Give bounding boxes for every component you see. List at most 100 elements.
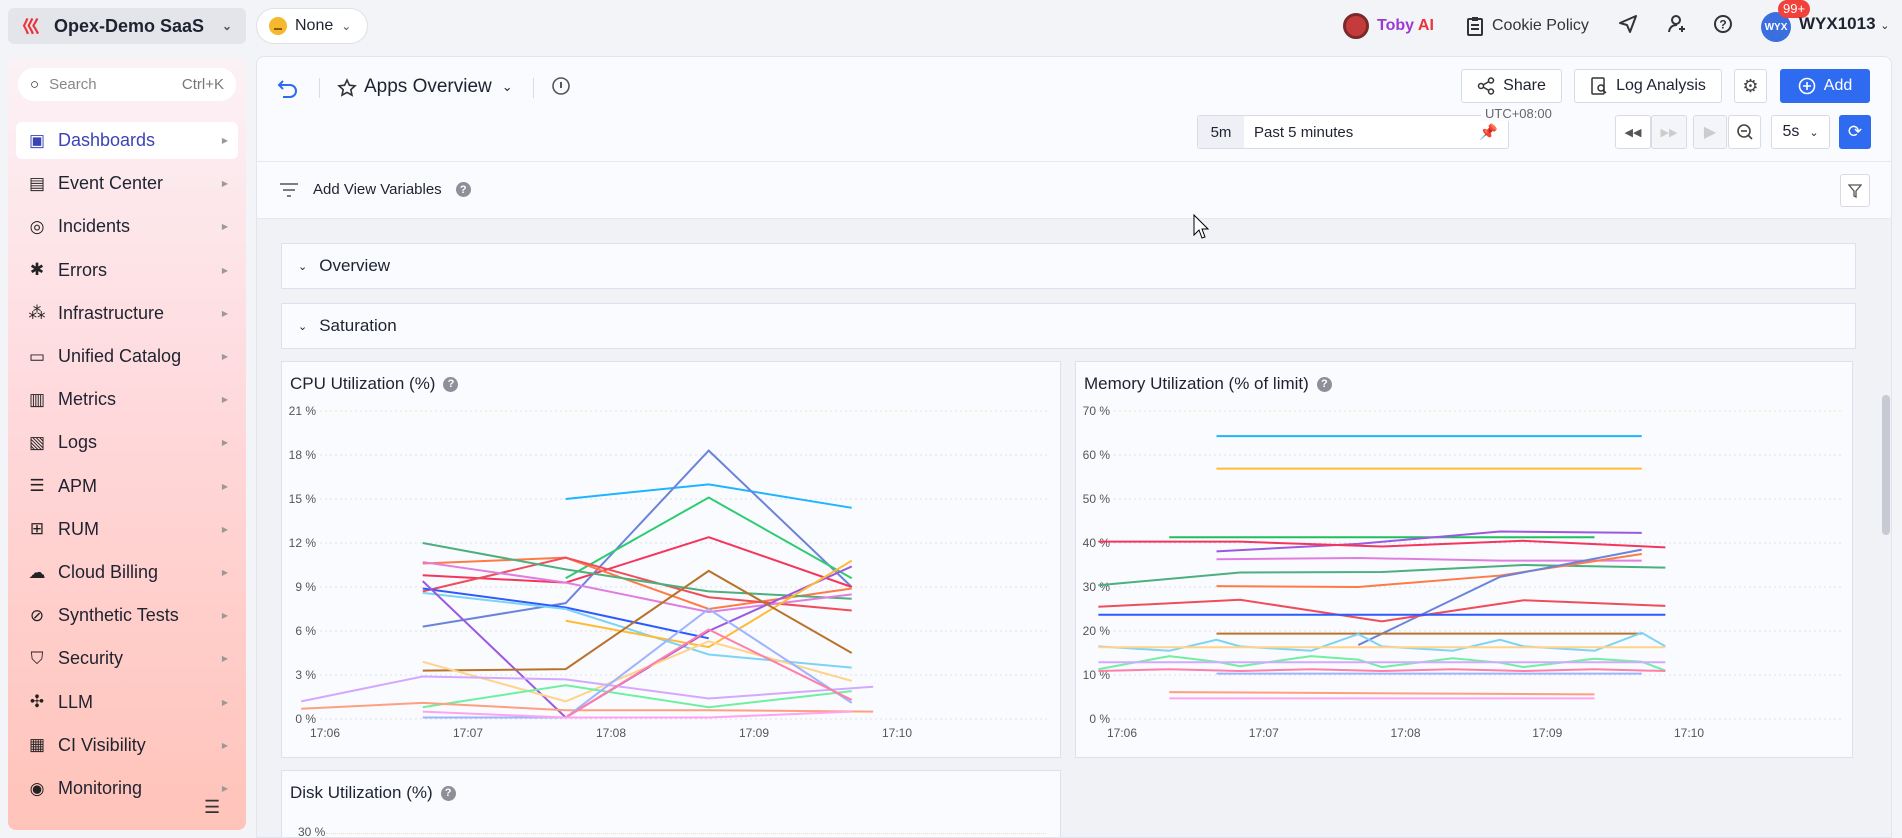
series-line-5[interactable] — [1216, 556, 1642, 562]
sidebar-item-security[interactable]: ⛉ Security ▶ — [16, 640, 238, 677]
plus-circle-icon — [1798, 77, 1816, 95]
cookie-policy-link[interactable]: Cookie Policy — [1466, 12, 1589, 40]
x-tick-label: 17:09 — [1532, 726, 1562, 740]
series-line-14[interactable] — [1098, 655, 1666, 672]
send-icon[interactable] — [1618, 14, 1638, 34]
sidebar-item-unified-catalog[interactable]: ▭ Unified Catalog ▶ — [16, 338, 238, 375]
memory-utilization-chart[interactable]: 0 %10 %20 %30 %40 %50 %60 %70 %17:06 17:0… — [1076, 362, 1853, 758]
sidebar-item-synthetic-tests[interactable]: ⊘ Synthetic Tests ▶ — [16, 597, 238, 634]
sidebar-item-errors[interactable]: ✱ Errors ▶ — [16, 252, 238, 289]
dashboard-title-dropdown[interactable]: Apps Overview ⌄ — [364, 76, 513, 98]
panel-title: Disk Utilization (%) — [290, 783, 433, 802]
series-line-3[interactable] — [1216, 530, 1642, 553]
fast-forward-button[interactable]: ▶▶ — [1651, 115, 1687, 149]
back-icon[interactable] — [277, 77, 299, 99]
series-line-12[interactable] — [422, 569, 853, 672]
log-analysis-button[interactable]: Log Analysis — [1574, 69, 1722, 103]
toby-ai-button[interactable]: Toby AI — [1343, 12, 1434, 40]
x-tick-label: 17:07 — [1249, 726, 1279, 740]
user-menu[interactable]: WYX1013 ⌄ — [1799, 14, 1890, 34]
log-analysis-label: Log Analysis — [1616, 77, 1706, 94]
y-tick-label: 30 % — [1083, 580, 1111, 594]
series-line-16[interactable] — [1098, 668, 1666, 673]
share-button[interactable]: Share — [1461, 69, 1562, 103]
refresh-button[interactable]: ⟳ — [1839, 115, 1871, 149]
time-range-picker[interactable]: 5m Past 5 minutes 📌 — [1197, 115, 1509, 149]
series-line-0[interactable] — [565, 483, 852, 509]
sidebar-item-apm[interactable]: ☰ APM ▶ — [16, 468, 238, 505]
star-icon[interactable] — [337, 78, 357, 98]
caret-right-icon: ▶ — [221, 179, 228, 189]
sidebar-item-label: Monitoring — [58, 778, 143, 798]
owl-icon — [1343, 13, 1369, 39]
chevron-down-icon: ⌄ — [298, 320, 308, 333]
y-tick-label: 30 % — [298, 825, 326, 838]
rewind-button[interactable]: ◀◀ — [1615, 115, 1651, 149]
y-tick-label: 12 % — [289, 536, 317, 550]
pin-icon[interactable]: 📌 — [1479, 123, 1498, 141]
sidebar-item-dashboards[interactable]: ▣ Dashboards ▶ — [16, 122, 238, 159]
section-overview[interactable]: ⌄ Overview — [281, 243, 1856, 289]
search-input[interactable]: ○ Search Ctrl+K — [18, 68, 236, 101]
sidebar-item-event-center[interactable]: ▤ Event Center ▶ — [16, 165, 238, 202]
add-user-icon[interactable] — [1667, 14, 1687, 34]
settings-button[interactable]: ⚙ — [1734, 69, 1767, 103]
sidebar-item-label: Dashboards — [58, 130, 156, 150]
add-view-variables-label: Add View Variables — [313, 181, 442, 198]
neutral-face-icon — [269, 17, 287, 35]
section-saturation[interactable]: ⌄ Saturation — [281, 303, 1856, 349]
collapse-sidebar-icon[interactable]: ☰ — [204, 797, 220, 818]
org-selector[interactable]: 巛 Opex-Demo SaaS ⌄ — [8, 8, 246, 44]
help-icon[interactable]: ? — [1713, 14, 1733, 34]
caret-right-icon: ▶ — [221, 438, 228, 448]
org-logo-icon: 巛 — [22, 17, 40, 37]
sidebar-item-label: CI Visibility — [58, 734, 146, 755]
divider — [257, 161, 1891, 162]
help-icon[interactable]: ? — [443, 376, 459, 392]
caret-right-icon: ▶ — [221, 395, 228, 405]
sidebar-item-metrics[interactable]: ▥ Metrics ▶ — [16, 381, 238, 418]
sidebar-item-cloud-billing[interactable]: ☁ Cloud Billing ▶ — [16, 554, 238, 591]
caret-right-icon: ▶ — [221, 265, 228, 275]
sidebar-item-incidents[interactable]: ◎ Incidents ▶ — [16, 208, 238, 245]
org-name: Opex-Demo SaaS — [54, 15, 205, 36]
monitoring-icon: ◉ — [29, 778, 45, 798]
series-line-10[interactable] — [422, 565, 853, 719]
sidebar-item-ci-visibility[interactable]: ▦ CI Visibility ▶ — [16, 727, 238, 764]
add-view-variables[interactable]: Add View Variables ? — [279, 181, 471, 198]
sidebar-item-rum[interactable]: ⊞ RUM ▶ — [16, 511, 238, 548]
info-icon[interactable] — [551, 76, 571, 96]
filter-button[interactable] — [1840, 174, 1870, 207]
play-button[interactable]: ▶ — [1693, 115, 1727, 149]
y-tick-label: 18 % — [289, 448, 317, 462]
series-line-9[interactable] — [1098, 598, 1666, 623]
cpu-utilization-chart[interactable]: 0 % 3 % 6 % 9 % 12 % 15 % 18 % 21 % 17:06 17:07 17… — [282, 362, 1061, 758]
zoom-out-button[interactable] — [1728, 115, 1761, 149]
caret-right-icon: ▶ — [221, 654, 228, 664]
refresh-interval-select[interactable]: 5s ⌄ — [1771, 115, 1830, 149]
sidebar-item-label: Event Center — [58, 173, 164, 194]
series-line-6[interactable] — [1098, 563, 1666, 587]
x-tick-label: 17:06 — [310, 726, 340, 740]
calendar-icon: ▤ — [28, 173, 46, 193]
clipboard-icon — [1466, 16, 1484, 36]
play-icon: ▶ — [1703, 124, 1717, 141]
mood-label: None — [295, 17, 334, 34]
help-icon[interactable]: ? — [1316, 376, 1332, 392]
mood-selector[interactable]: None ⌄ — [256, 8, 368, 44]
help-icon[interactable]: ? — [440, 785, 456, 801]
scrollbar-thumb[interactable] — [1882, 395, 1890, 535]
series-line-18[interactable] — [1169, 691, 1595, 696]
sidebar-item-logs[interactable]: ▧ Logs ▶ — [16, 424, 238, 461]
y-tick-label: 60 % — [1083, 448, 1111, 462]
timezone-label: UTC+08:00 — [1481, 106, 1556, 121]
metrics-icon: ▥ — [28, 389, 46, 409]
x-tick-label: 17:09 — [739, 726, 769, 740]
dashboard-canvas: ⌄ Overview ⌄ Saturation CPU Utilization (%… — [257, 218, 1891, 838]
dashboard-icon: ▣ — [28, 130, 46, 150]
sidebar-item-llm[interactable]: ✣ LLM ▶ — [16, 684, 238, 721]
filter-lines-icon — [279, 182, 299, 198]
page-title: Apps Overview — [364, 76, 492, 97]
add-button[interactable]: Add — [1780, 69, 1870, 103]
sidebar-item-infrastructure[interactable]: ⁂ Infrastructure ▶ — [16, 295, 238, 332]
